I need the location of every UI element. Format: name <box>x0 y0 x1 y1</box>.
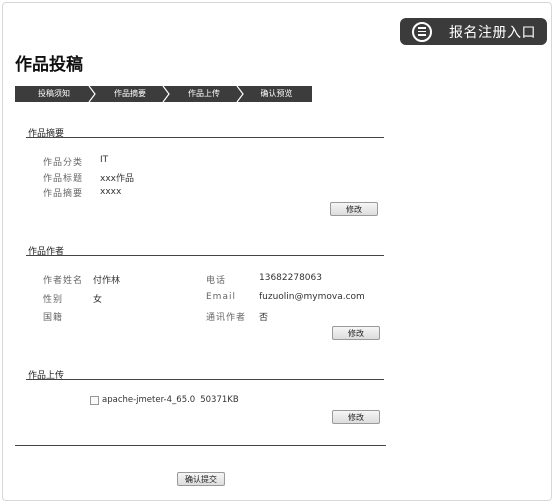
chevron-right-icon <box>236 86 244 102</box>
category-value: IT <box>100 155 109 165</box>
summary-divider <box>26 137 384 138</box>
file-name: apache-jmeter-4_65.0 <box>102 395 196 405</box>
author-name-value: 付作林 <box>93 276 121 286</box>
step-guidelines[interactable]: 投稿须知 <box>15 86 93 102</box>
work-title-value: xxx作品 <box>100 174 134 184</box>
footer-divider <box>15 445 386 446</box>
page-title: 作品投稿 <box>15 55 83 75</box>
menu-circle-icon <box>412 21 432 42</box>
step-preview[interactable]: 确认预览 <box>241 86 312 102</box>
nationality-label: 国籍 <box>43 313 64 323</box>
phone-value: 13682278063 <box>259 273 322 283</box>
register-entry-button[interactable]: 报名注册入口 <box>400 18 547 45</box>
step-upload[interactable]: 作品上传 <box>167 86 241 102</box>
chevron-right-icon <box>162 86 170 102</box>
upload-divider <box>26 379 384 380</box>
page-frame <box>2 2 552 501</box>
authors-divider <box>26 255 384 256</box>
confirm-submit-button[interactable]: 确认提交 <box>177 472 225 486</box>
email-value: fuzuolin@mymova.com <box>259 292 365 302</box>
chevron-right-icon <box>88 86 96 102</box>
edit-authors-button[interactable]: 修改 <box>332 326 380 340</box>
category-label: 作品分类 <box>43 158 84 168</box>
phone-label: 电话 <box>206 276 227 286</box>
email-label: Email <box>206 292 236 302</box>
author-name-label: 作者姓名 <box>43 276 84 286</box>
register-entry-label: 报名注册入口 <box>449 24 536 41</box>
abstract-label: 作品摘要 <box>43 189 84 199</box>
abstract-value: xxxx <box>100 187 122 197</box>
gender-label: 性别 <box>43 295 64 305</box>
edit-summary-button[interactable]: 修改 <box>330 202 378 216</box>
step-summary[interactable]: 作品摘要 <box>93 86 167 102</box>
work-title-label: 作品标题 <box>43 174 84 184</box>
uploaded-file-row: apache-jmeter-4_65.0 50371KB <box>90 395 239 405</box>
edit-upload-button[interactable]: 修改 <box>332 410 380 424</box>
file-size: 50371KB <box>200 395 239 405</box>
corresponding-author-value: 否 <box>259 313 269 323</box>
corresponding-author-label: 通讯作者 <box>206 313 247 323</box>
file-checkbox[interactable] <box>90 395 99 405</box>
gender-value: 女 <box>93 295 103 305</box>
